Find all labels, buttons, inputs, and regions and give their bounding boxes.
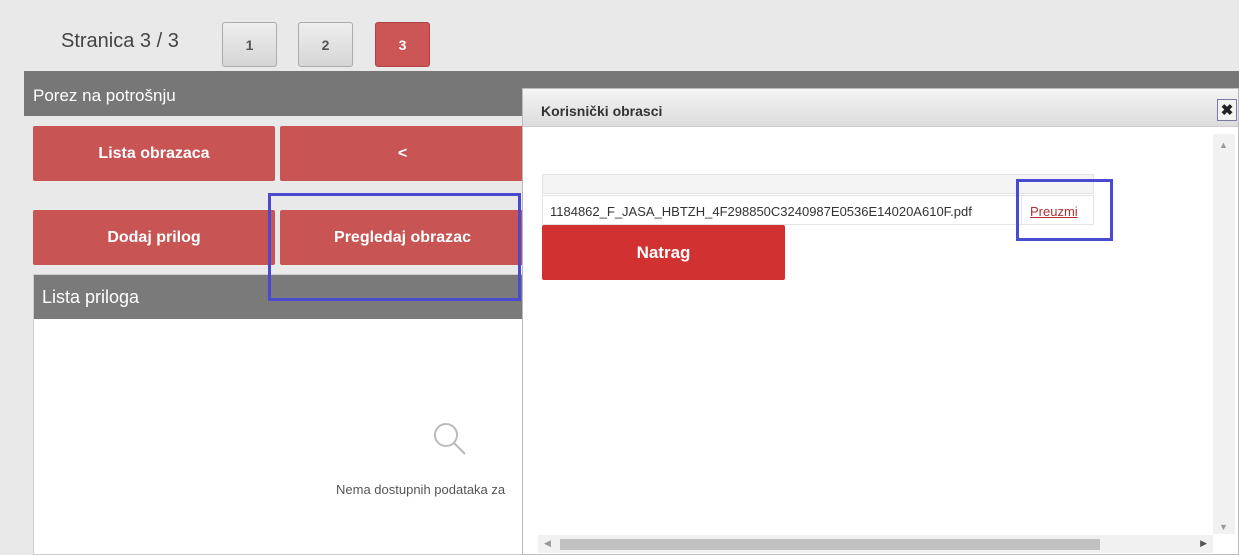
page-button-3[interactable]: 3 (375, 22, 430, 67)
add-attachment-button[interactable]: Dodaj prilog (33, 210, 275, 265)
close-icon[interactable]: ✖ (1217, 99, 1237, 121)
page-indicator: Stranica 3 / 3 (61, 30, 179, 52)
page-button-2[interactable]: 2 (298, 22, 353, 67)
file-table-header (542, 174, 1094, 194)
scroll-up-icon[interactable]: ▲ (1219, 140, 1228, 150)
scroll-right-icon[interactable]: ▶ (1200, 538, 1207, 549)
back-arrow-button[interactable]: < (280, 126, 525, 181)
table-row: 1184862_F_JASA_HBTZH_4F298850C3240987E05… (542, 195, 1094, 225)
horizontal-scrollbar[interactable]: ◀ ▶ (538, 535, 1213, 553)
scroll-left-icon[interactable]: ◀ (544, 538, 551, 549)
file-name: 1184862_F_JASA_HBTZH_4F298850C3240987E05… (550, 204, 972, 219)
back-button[interactable]: Natrag (542, 225, 785, 280)
vertical-scrollbar[interactable]: ▲ ▼ (1213, 134, 1235, 534)
search-icon (434, 423, 466, 455)
list-forms-button[interactable]: Lista obrazaca (33, 126, 275, 181)
highlight-box-download (1016, 179, 1113, 241)
empty-message: Nema dostupnih podataka za (336, 482, 506, 497)
highlight-box-preview (268, 193, 521, 301)
dialog-header[interactable]: Korisnički obrasci ✖ (523, 89, 1238, 127)
scroll-thumb[interactable] (560, 539, 1100, 550)
user-forms-dialog: Korisnički obrasci ✖ 1184862_F_JASA_HBTZ… (522, 88, 1239, 555)
dialog-title: Korisnički obrasci (541, 103, 663, 119)
attachments-panel: Lista priloga Nema dostupnih podataka za (33, 274, 528, 555)
scroll-down-icon[interactable]: ▼ (1219, 522, 1228, 532)
page-button-1[interactable]: 1 (222, 22, 277, 67)
